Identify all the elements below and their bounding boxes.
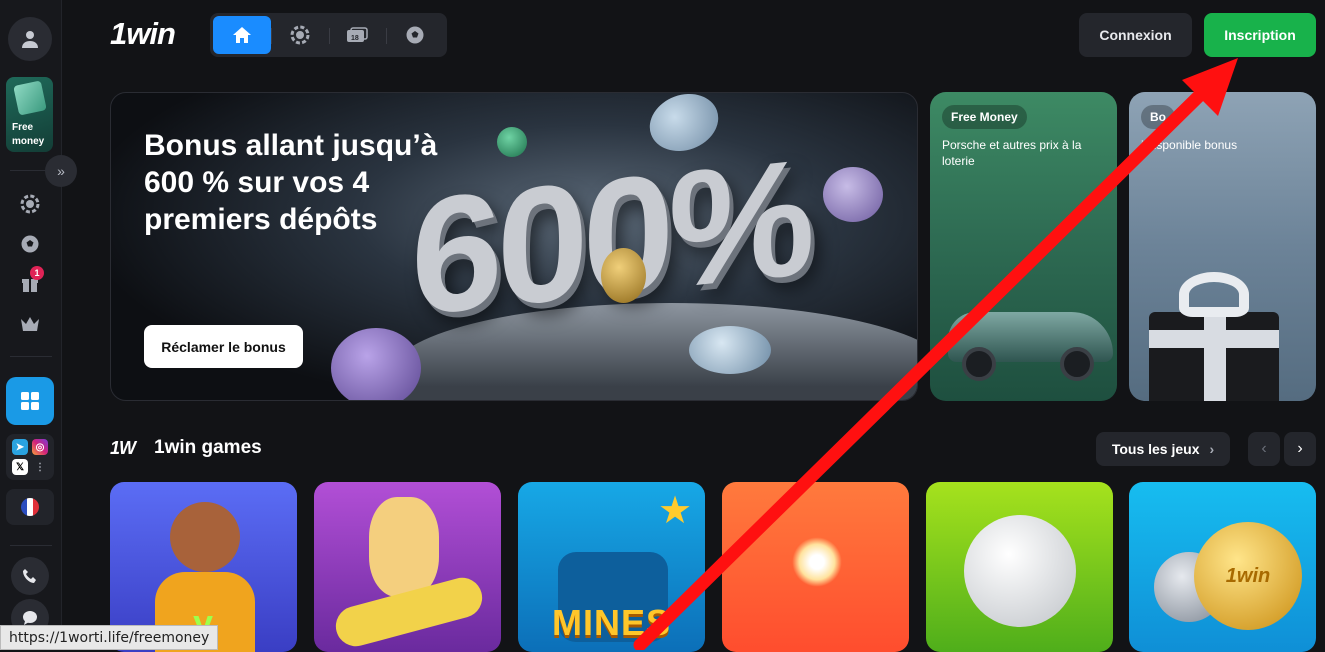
game-card-rocket-queen[interactable] [314, 482, 501, 652]
coin-decoration-icon [823, 167, 883, 222]
telegram-icon[interactable]: ➤ [12, 439, 28, 455]
brand-logo[interactable]: 1win [110, 16, 176, 52]
promo-description: i disponible bonus [1141, 138, 1238, 152]
carousel-next-button[interactable]: › [1284, 432, 1316, 466]
hero-title: Bonus allant jusqu’à 600 % sur vos 4 pre… [144, 129, 438, 236]
home-icon [232, 27, 251, 43]
left-sidebar: Free money » 1 ➤ ◎ 𝕏 ⋮ [0, 0, 77, 650]
game-card-football[interactable] [926, 482, 1113, 652]
promo-card-free-money[interactable]: Free Money Porsche et autres prix à la l… [930, 92, 1117, 401]
sidebar-divider [10, 170, 52, 171]
social-links: ➤ ◎ 𝕏 ⋮ [6, 434, 54, 480]
casino-chip-icon[interactable] [18, 192, 42, 216]
game-card-coin[interactable]: 1win [1129, 482, 1316, 652]
section-title: 1win games [154, 437, 262, 458]
all-games-label: Tous les jeux [1111, 441, 1200, 457]
free-money-label: Free money [12, 122, 45, 147]
game-card-speed[interactable] [722, 482, 909, 652]
promo-card-bonus[interactable]: Bo i disponible bonus [1129, 92, 1316, 401]
money-icon [13, 80, 47, 116]
carousel-prev-button[interactable]: ‹ [1248, 432, 1280, 466]
signup-button[interactable]: Inscription [1204, 13, 1316, 57]
tab-casino[interactable] [270, 16, 329, 54]
star-icon: ★ [658, 490, 693, 532]
sidebar-divider [10, 356, 52, 357]
login-button[interactable]: Connexion [1079, 13, 1192, 57]
coin-decoration-icon [331, 328, 421, 400]
windows-app-button[interactable] [6, 377, 54, 425]
claim-bonus-button[interactable]: Réclamer le bonus [144, 325, 303, 368]
game-card-mines[interactable]: ★ MINES [518, 482, 705, 652]
phone-icon [23, 569, 36, 583]
gift-box-image [1149, 272, 1279, 401]
coin-decoration-icon [497, 127, 527, 157]
game-card-label: MINES [551, 602, 671, 643]
coin-logo-text: 1win [1225, 564, 1271, 587]
section-logo-mark: 1W [110, 438, 136, 458]
more-icon[interactable]: ⋮ [32, 459, 48, 475]
sidebar-divider [10, 545, 52, 546]
live-casino-icon: 18 [347, 27, 369, 42]
chevron-right-icon: › [1209, 441, 1215, 457]
bitcoin-coin-icon [601, 248, 646, 303]
instagram-icon[interactable]: ◎ [32, 439, 48, 455]
free-money-promo[interactable]: Free money [6, 77, 53, 152]
coin-decoration-icon [689, 326, 771, 374]
football-icon [406, 26, 424, 44]
tab-sports[interactable] [386, 16, 444, 54]
promo-description: Porsche et autres prix à la loterie [942, 138, 1082, 168]
crown-icon[interactable] [18, 312, 42, 336]
phone-button[interactable] [11, 557, 49, 595]
soccer-ball-icon [964, 515, 1076, 627]
windows-icon [21, 392, 39, 410]
tab-home[interactable] [213, 16, 271, 54]
sports-car-image [948, 292, 1113, 381]
promo-chip: Bo [1141, 105, 1175, 129]
gold-coin-icon: 1win [1194, 522, 1302, 630]
character-art [170, 502, 240, 572]
category-tabs: 18 [210, 13, 447, 57]
chat-icon [23, 611, 37, 625]
france-flag-icon [21, 498, 39, 516]
character-art [369, 497, 439, 597]
language-selector[interactable] [6, 489, 54, 525]
football-icon[interactable] [18, 232, 42, 256]
promo-chip: Free Money [942, 105, 1027, 129]
notification-badge: 1 [30, 266, 44, 280]
expand-sidebar-button[interactable]: » [45, 155, 77, 187]
all-games-button[interactable]: Tous les jeux › [1096, 432, 1230, 466]
x-twitter-icon[interactable]: 𝕏 [12, 459, 28, 475]
tab-live-casino[interactable]: 18 [328, 16, 387, 54]
glow-art [792, 537, 842, 587]
browser-status-url: https://1worti.life/freemoney [0, 625, 219, 650]
user-avatar-icon[interactable] [8, 17, 52, 61]
casino-chip-icon [290, 25, 310, 45]
svg-text:18: 18 [351, 35, 359, 42]
hero-bonus-banner[interactable]: 600% Bonus allant jusqu’à 600 % sur vos … [110, 92, 918, 401]
